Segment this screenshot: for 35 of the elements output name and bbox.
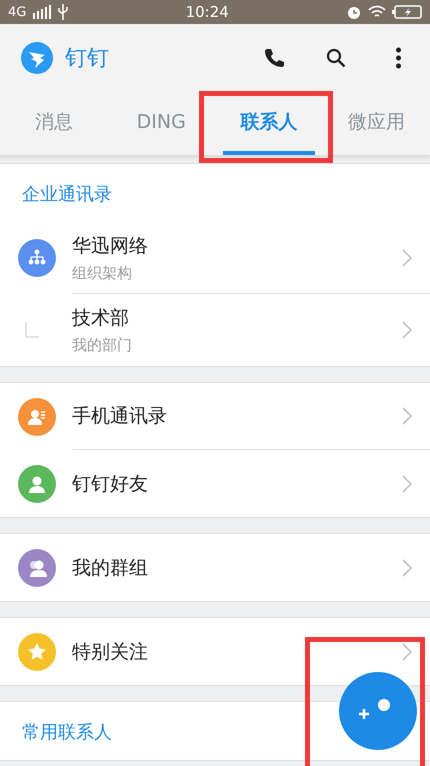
tree-corner-icon [25,322,39,338]
item-title: 华迅网络 [72,234,148,258]
chevron-icon [402,558,412,576]
clock-time: 10:24 [186,3,229,21]
wifi-icon [368,5,386,19]
chevron-icon [402,474,412,492]
section-header: 企业通讯录 [22,183,112,206]
list-item[interactable]: 华迅网络 组织架构 [0,222,430,294]
item-title: 我的群组 [72,556,148,580]
chevron-icon [402,642,412,660]
list-item[interactable]: 技术部 我的部门 [0,294,430,366]
item-subtitle: 我的部门 [72,336,132,355]
item-title: 钉钉好友 [72,472,148,496]
logo-icon [21,42,53,74]
list-item[interactable]: 钉钉好友 [0,450,430,517]
item-title: 特别关注 [72,640,148,664]
battery-icon [392,5,422,19]
app-title: 钉钉 [65,45,109,73]
more-icon [396,47,400,69]
chevron-icon [402,248,412,266]
search-icon [325,47,347,69]
network-label: 4G [8,4,26,20]
item-title: 技术部 [72,306,130,331]
phone-icon [263,47,285,69]
item-title: 手机通讯录 [72,404,167,429]
section-header: 常用联系人 [22,721,112,744]
chevron-icon [402,321,412,339]
signal-icon [32,5,52,19]
list-item[interactable]: 特别关注 [0,618,430,685]
item-subtitle: 组织架构 [72,264,133,282]
alarm-icon [346,4,362,20]
list-item[interactable]: 我的群组 [0,534,430,601]
usb-icon [58,4,68,20]
chevron-icon [402,407,412,425]
list-item[interactable]: 手机通讯录 [0,383,430,450]
